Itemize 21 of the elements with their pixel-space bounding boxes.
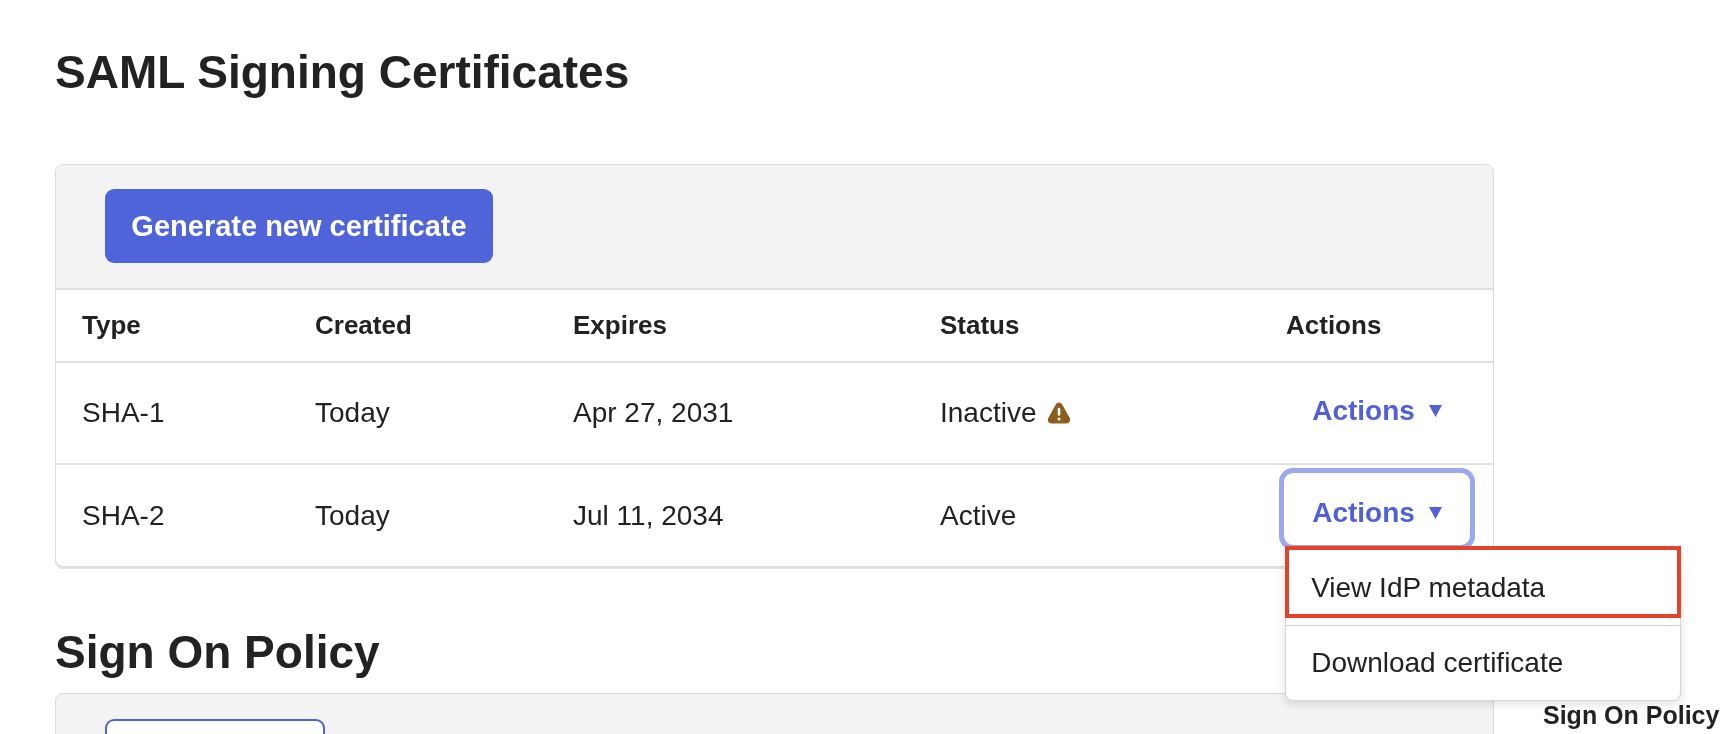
column-header: Status <box>915 290 1261 362</box>
table-cell: Today <box>290 464 548 566</box>
section-title: SAML Signing Certificates <box>55 46 630 99</box>
column-header: Expires <box>548 290 915 362</box>
table-cell: Jul 11, 2034 <box>548 464 915 566</box>
table-cell: Today <box>290 362 548 464</box>
status-text: Active <box>940 499 1017 532</box>
column-header: Actions <box>1261 290 1493 362</box>
sidebar-link[interactable]: Sign On Policy <box>1543 702 1730 728</box>
table-cell: SHA-2 <box>56 464 290 566</box>
caret-icon <box>1428 405 1442 417</box>
generate-certificate-button[interactable]: Generate new certificate <box>105 189 493 263</box>
column-header: Type <box>56 290 290 362</box>
status-text: Inactive <box>940 397 1037 429</box>
caret-icon <box>1428 507 1442 519</box>
menu-item[interactable]: Download certificate <box>1286 625 1681 700</box>
section-title: Sign On Policy <box>55 626 380 679</box>
table-cell: SHA-1 <box>56 362 290 464</box>
table-cell: Apr 27, 2031 <box>548 362 915 464</box>
column-header: Created <box>290 290 548 362</box>
menu-item[interactable]: View IdP metadata <box>1289 550 1678 614</box>
